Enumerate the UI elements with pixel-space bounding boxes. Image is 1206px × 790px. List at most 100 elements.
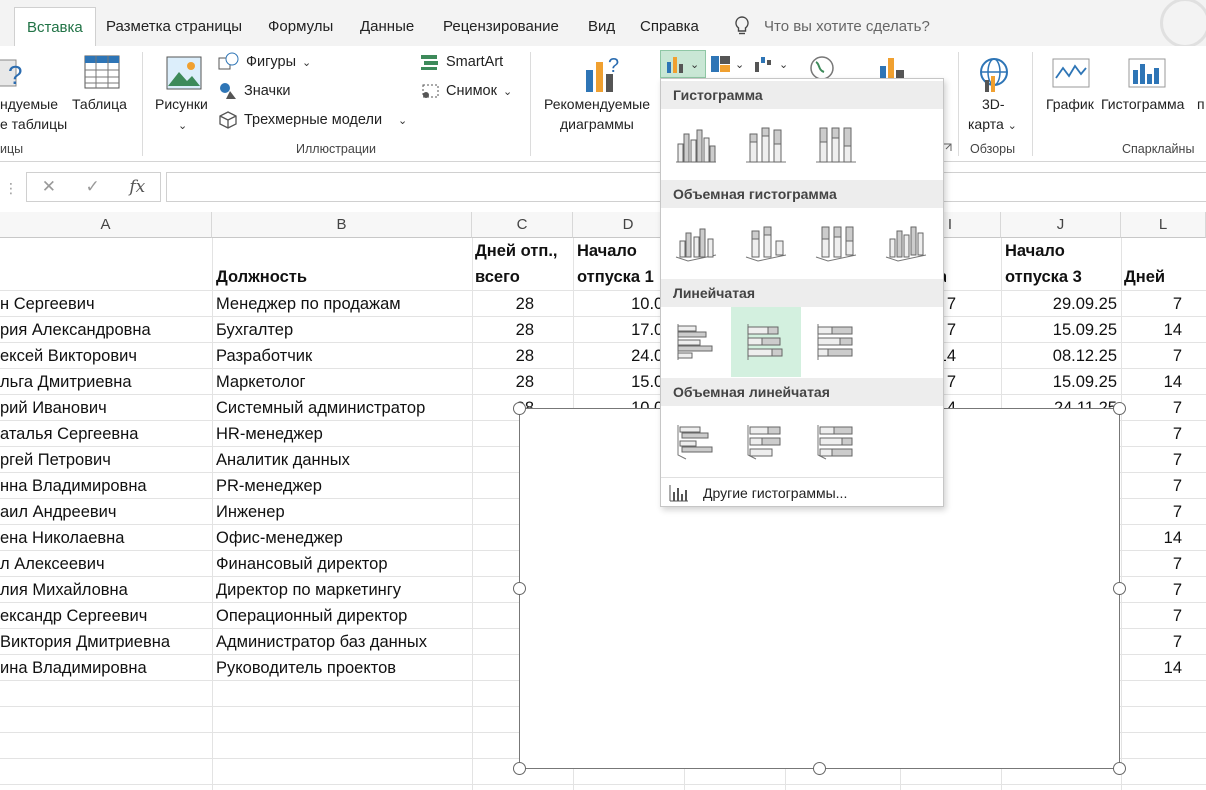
table-cell-l[interactable]: 7 (1121, 343, 1182, 369)
table-cell-b[interactable]: PR-менеджер (216, 473, 470, 499)
table-cell-c[interactable]: 28 (472, 343, 534, 369)
header-position[interactable]: Должность (216, 264, 307, 290)
table-cell-j[interactable]: 08.12.25 (1001, 343, 1117, 369)
tab-data[interactable]: Данные (360, 18, 414, 35)
table-cell-a[interactable]: н Сергеевич (0, 291, 210, 317)
clustered-bar-option[interactable] (661, 307, 731, 377)
recommended-charts-icon[interactable]: ? (582, 54, 624, 96)
table-cell-l[interactable]: 7 (1121, 395, 1182, 421)
header-start1-line1[interactable]: Начало (577, 238, 637, 264)
3d-clustered-column-option[interactable] (661, 208, 731, 278)
3d-map-label-1[interactable]: 3D- (982, 94, 1005, 114)
table-cell-c[interactable]: 28 (472, 291, 534, 317)
3d-100-stacked-column-option[interactable] (801, 208, 871, 278)
pictures-chevron-icon[interactable]: ⌄ (178, 116, 187, 136)
table-cell-l[interactable]: 14 (1121, 525, 1182, 551)
table-cell-c[interactable]: 28 (472, 369, 534, 395)
table-cell-l[interactable]: 14 (1121, 369, 1182, 395)
stacked-column-option[interactable] (731, 109, 801, 179)
header-days-line2[interactable]: всего (475, 264, 520, 290)
table-cell-b[interactable]: Бухгалтер (216, 317, 470, 343)
table-cell-l[interactable]: 7 (1121, 577, 1182, 603)
table-cell-l[interactable]: 7 (1121, 447, 1182, 473)
table-cell-l[interactable]: 7 (1121, 629, 1182, 655)
recommended-pivot-icon[interactable]: ? (0, 54, 26, 92)
header-start3-line1[interactable]: Начало (1005, 238, 1065, 264)
recommended-charts-label-2[interactable]: диаграммы (560, 114, 634, 134)
stacked-bar-option[interactable] (731, 307, 801, 377)
table-cell-b[interactable]: Инженер (216, 499, 470, 525)
resize-handle-bottom-left[interactable] (513, 762, 526, 775)
table-cell-b[interactable]: Системный администратор (216, 395, 470, 421)
table-cell-j[interactable]: 29.09.25 (1001, 291, 1117, 317)
table-cell-l[interactable]: 7 (1121, 473, 1182, 499)
table-cell-a[interactable]: рия Александровна (0, 317, 210, 343)
table-cell-b[interactable]: Маркетолог (216, 369, 470, 395)
column-chart-button[interactable]: ⌄ (660, 50, 706, 78)
table-cell-c[interactable]: 28 (472, 317, 534, 343)
table-cell-a[interactable]: ина Владимировна (0, 655, 210, 681)
table-cell-b[interactable]: Операционный директор (216, 603, 470, 629)
sparkline-line-icon[interactable] (1052, 58, 1090, 88)
table-cell-b[interactable]: Аналитик данных (216, 447, 470, 473)
3d-100-stacked-bar-option[interactable] (801, 406, 871, 476)
table-cell-l[interactable]: 7 (1121, 499, 1182, 525)
table-cell-b[interactable]: Разработчик (216, 343, 470, 369)
table-cell-b[interactable]: Офис-менеджер (216, 525, 470, 551)
sparkline-line-label[interactable]: График (1046, 94, 1094, 114)
table-cell-l[interactable]: 7 (1121, 603, 1182, 629)
100-stacked-column-option[interactable] (801, 109, 871, 179)
tab-view[interactable]: Вид (588, 18, 615, 35)
header-days[interactable]: Дней (1124, 264, 1165, 290)
recommended-charts-label-1[interactable]: Рекомендуемые (544, 94, 650, 114)
table-cell-b[interactable]: Менеджер по продажам (216, 291, 470, 317)
smartart-button[interactable]: SmartArt (420, 51, 503, 73)
pictures-label[interactable]: Рисунки (155, 94, 208, 114)
table-cell-l[interactable]: 7 (1121, 421, 1182, 447)
resize-handle-middle-left[interactable] (513, 582, 526, 595)
header-start3-line2[interactable]: отпуска 3 (1005, 264, 1082, 290)
table-cell-j[interactable]: 15.09.25 (1001, 369, 1117, 395)
table-icon[interactable] (84, 54, 120, 90)
tab-help[interactable]: Справка (640, 18, 699, 35)
3d-models-button[interactable]: Трехмерные модели ⌄ (218, 109, 407, 131)
table-cell-a[interactable]: ександр Сергеевич (0, 603, 210, 629)
header-days-line1[interactable]: Дней отп., (475, 238, 558, 264)
column-header-l[interactable]: L (1121, 212, 1206, 238)
table-cell-l[interactable]: 14 (1121, 317, 1182, 343)
table-cell-a[interactable]: рий Иванович (0, 395, 210, 421)
resize-handle-top-left[interactable] (513, 402, 526, 415)
table-cell-b[interactable]: Директор по маркетингу (216, 577, 470, 603)
table-cell-j[interactable]: 15.09.25 (1001, 317, 1117, 343)
3d-column-option[interactable] (871, 208, 941, 278)
resize-handle-top-right[interactable] (1113, 402, 1126, 415)
table-cell-a[interactable]: лия Михайловна (0, 577, 210, 603)
column-header-j[interactable]: J (1001, 212, 1121, 238)
table-cell-l[interactable]: 7 (1121, 291, 1182, 317)
resize-handle-bottom-right[interactable] (1113, 762, 1126, 775)
3d-stacked-column-option[interactable] (731, 208, 801, 278)
table-label[interactable]: Таблица (72, 94, 127, 114)
table-cell-l[interactable]: 14 (1121, 655, 1182, 681)
sparkline-column-icon[interactable] (1128, 58, 1166, 88)
table-cell-a[interactable]: ексей Викторович (0, 343, 210, 369)
table-cell-a[interactable]: аталья Сергеевна (0, 421, 210, 447)
table-cell-a[interactable]: нна Владимировна (0, 473, 210, 499)
tab-review[interactable]: Рецензирование (443, 18, 559, 35)
pictures-icon[interactable] (166, 56, 202, 90)
tab-insert[interactable]: Вставка (14, 7, 96, 47)
clustered-column-option[interactable] (661, 109, 731, 179)
table-cell-b[interactable]: Руководитель проектов (216, 655, 470, 681)
waterfall-chart-button[interactable]: ⌄ (754, 50, 794, 78)
100-stacked-bar-option[interactable] (801, 307, 871, 377)
resize-handle-bottom-middle[interactable] (813, 762, 826, 775)
table-cell-b[interactable]: HR-менеджер (216, 421, 470, 447)
chart-dialog-launcher-icon[interactable] (943, 143, 953, 153)
more-column-charts[interactable]: Другие гистограммы... (661, 477, 943, 507)
table-cell-a[interactable]: льга Дмитриевна (0, 369, 210, 395)
insert-function-icon[interactable]: fx (129, 177, 145, 197)
column-header-b[interactable]: B (212, 212, 472, 238)
table-cell-a[interactable]: ена Николаевна (0, 525, 210, 551)
enter-formula-icon[interactable]: ✓ (86, 177, 100, 197)
3d-map-icon[interactable] (976, 54, 1012, 94)
